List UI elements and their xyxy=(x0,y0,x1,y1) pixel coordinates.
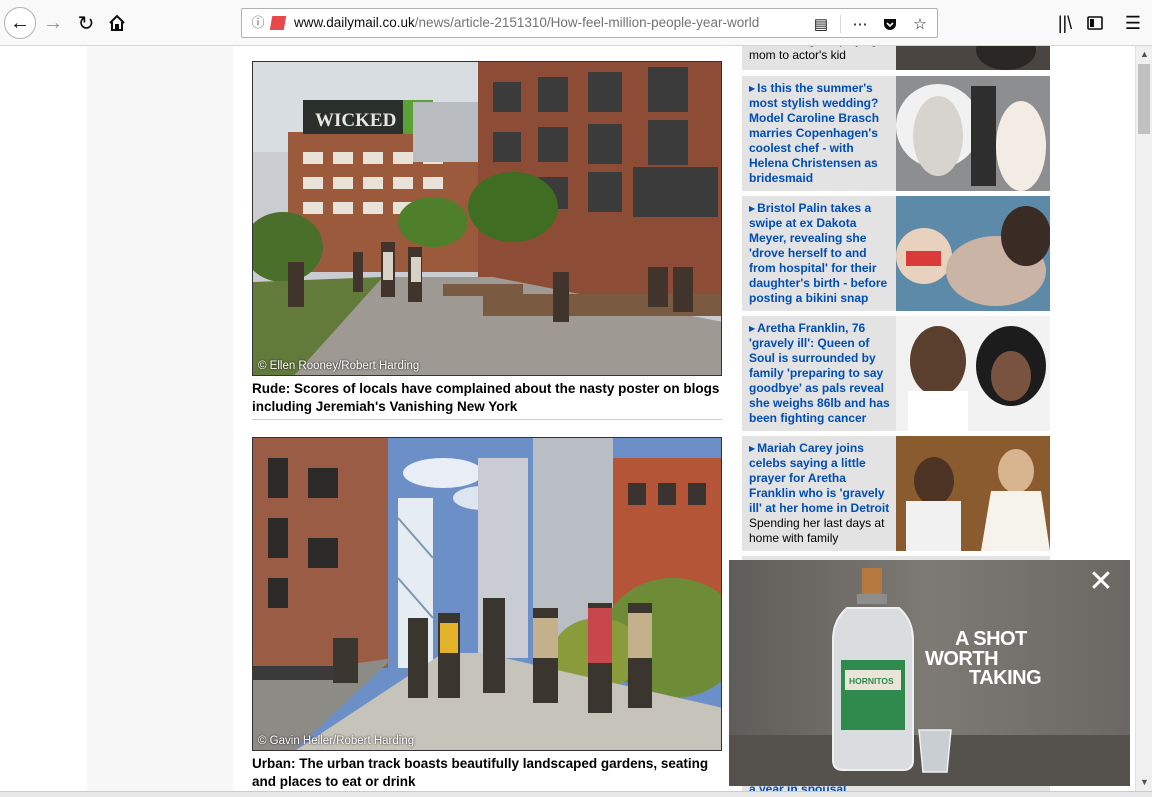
reader-view-icon[interactable]: ▤ xyxy=(810,13,832,35)
reload-button[interactable]: ↻ xyxy=(71,8,101,38)
back-icon: ← xyxy=(10,11,30,34)
page-actions-icon[interactable]: ⋯ xyxy=(849,13,871,35)
scroll-up-icon[interactable]: ▲ xyxy=(1136,46,1152,63)
menu-button[interactable]: ☰ xyxy=(1118,8,1148,38)
info-icon[interactable]: ⓘ xyxy=(250,15,266,31)
photo-walkers-illustration xyxy=(253,438,721,750)
permissions-icon[interactable] xyxy=(269,16,287,30)
rail-item[interactable]: Arnie's daughter playing mom to actor's … xyxy=(742,46,1050,70)
triangle-bullet-icon: ▶ xyxy=(749,444,756,453)
photo2-credit: © Gavin Heller/Robert Harding xyxy=(258,735,415,747)
url-separator xyxy=(840,15,841,33)
rail-item-headline[interactable]: Aretha Franklin, 76 'gravely ill': Queen… xyxy=(749,321,890,425)
home-icon xyxy=(109,14,125,31)
photo2-caption: Urban: The urban track boasts beautifull… xyxy=(252,756,709,789)
rail-item-headline[interactable]: Mariah Carey joins celebs saying a littl… xyxy=(749,441,889,515)
rail-item[interactable]: ▶ Aretha Franklin, 76 'gravely ill': Quee… xyxy=(742,316,1050,431)
triangle-bullet-icon: ▶ xyxy=(749,204,756,213)
rail-item-thumbnail[interactable] xyxy=(896,76,1050,191)
rail-item[interactable]: ▶ Is this the summer's most stylish weddi… xyxy=(742,76,1050,191)
forward-icon: → xyxy=(43,11,63,34)
rail-item-subtext: Spending her last days at home with fami… xyxy=(749,516,885,545)
ad-creative: HORNITOS xyxy=(729,560,1130,786)
article-photo-highline-walkers[interactable]: © Gavin Heller/Robert Harding xyxy=(252,437,722,751)
url-bar-actions: ▤ ⋯ ☆ xyxy=(810,13,931,35)
url-path: /news/article-2151310/How-feel-million-p… xyxy=(414,15,760,30)
rail-item-text: ▶ Mariah Carey joins celebs saying a litt… xyxy=(749,441,892,546)
rail-item-thumbnail[interactable] xyxy=(896,46,1050,70)
browser-toolbar: ← → ↻ ⓘ www.dailymail.co.uk/news/article… xyxy=(0,0,1152,46)
rail-item-thumbnail[interactable] xyxy=(896,316,1050,431)
photo1-credit: © Ellen Rooney/Robert Harding xyxy=(258,360,420,372)
pocket-icon[interactable] xyxy=(879,13,901,35)
bookmark-star-icon[interactable]: ☆ xyxy=(909,13,931,35)
page-scrollbar[interactable]: ▲ ▼ xyxy=(1135,46,1152,791)
scrollbar-thumb[interactable] xyxy=(1138,64,1150,134)
home-button[interactable] xyxy=(102,8,132,38)
ad-brand-text: HORNITOS xyxy=(849,676,894,686)
rail-item-headline[interactable]: Is this the summer's most stylish weddin… xyxy=(749,81,879,185)
back-button[interactable]: ← xyxy=(4,7,36,39)
horizontal-scroll-strip xyxy=(0,791,1152,797)
reload-icon: ↻ xyxy=(77,12,95,35)
page-viewport: WICKED © Ellen Rooney/Robert Harding Rud… xyxy=(0,46,1135,797)
ad-close-button[interactable]: ✕ xyxy=(1086,565,1116,598)
article-photo-highline-wicked[interactable]: WICKED © Ellen Rooney/Robert Harding xyxy=(252,61,722,376)
sidebar-icon xyxy=(1087,16,1103,30)
ad-tagline-3: TAKING xyxy=(969,667,1042,689)
rail-item-text: ▶ Aretha Franklin, 76 'gravely ill': Quee… xyxy=(749,321,892,426)
sidebar-button[interactable] xyxy=(1080,8,1110,38)
url-bar[interactable]: ⓘ www.dailymail.co.uk/news/article-21513… xyxy=(241,8,938,38)
triangle-bullet-icon: ▶ xyxy=(749,324,756,333)
library-icon: ||\ xyxy=(1057,12,1073,33)
rail-item-text: Arnie's daughter playing mom to actor's … xyxy=(749,46,892,63)
left-gutter xyxy=(87,46,233,797)
video-ad-overlay[interactable]: HORNITOS A SHOT WORTH TAKING ✕ xyxy=(729,560,1130,786)
rail-item[interactable]: ▶ Bristol Palin takes a swipe at ex Dakot… xyxy=(742,196,1050,311)
photo1-caption: Rude: Scores of locals have complained a… xyxy=(252,381,720,414)
triangle-bullet-icon: ▶ xyxy=(749,84,756,93)
rail-item-text: ▶ Is this the summer's most stylish weddi… xyxy=(749,81,892,186)
photo-highline-illustration: WICKED xyxy=(253,62,721,375)
caption-divider xyxy=(252,419,722,420)
menu-icon: ☰ xyxy=(1124,12,1142,33)
rail-item-thumbnail[interactable] xyxy=(896,436,1050,551)
rail-item-headline[interactable]: Bristol Palin takes a swipe at ex Dakota… xyxy=(749,201,887,305)
photo1-sign-text: WICKED xyxy=(315,110,396,131)
close-icon: ✕ xyxy=(1088,565,1114,598)
scroll-down-icon[interactable]: ▼ xyxy=(1136,774,1152,791)
forward-button[interactable]: → xyxy=(38,8,68,38)
library-button[interactable]: ||\ xyxy=(1050,8,1080,38)
rail-item-thumbnail[interactable] xyxy=(896,196,1050,311)
rail-item-text: ▶ Bristol Palin takes a swipe at ex Dakot… xyxy=(749,201,892,306)
rail-item-subtext: Arnie's daughter playing mom to actor's … xyxy=(749,46,877,62)
url-host: www.dailymail.co.uk xyxy=(294,15,415,30)
rail-item[interactable]: ▶ Mariah Carey joins celebs saying a litt… xyxy=(742,436,1050,551)
url-text[interactable]: www.dailymail.co.uk/news/article-2151310… xyxy=(294,15,774,30)
